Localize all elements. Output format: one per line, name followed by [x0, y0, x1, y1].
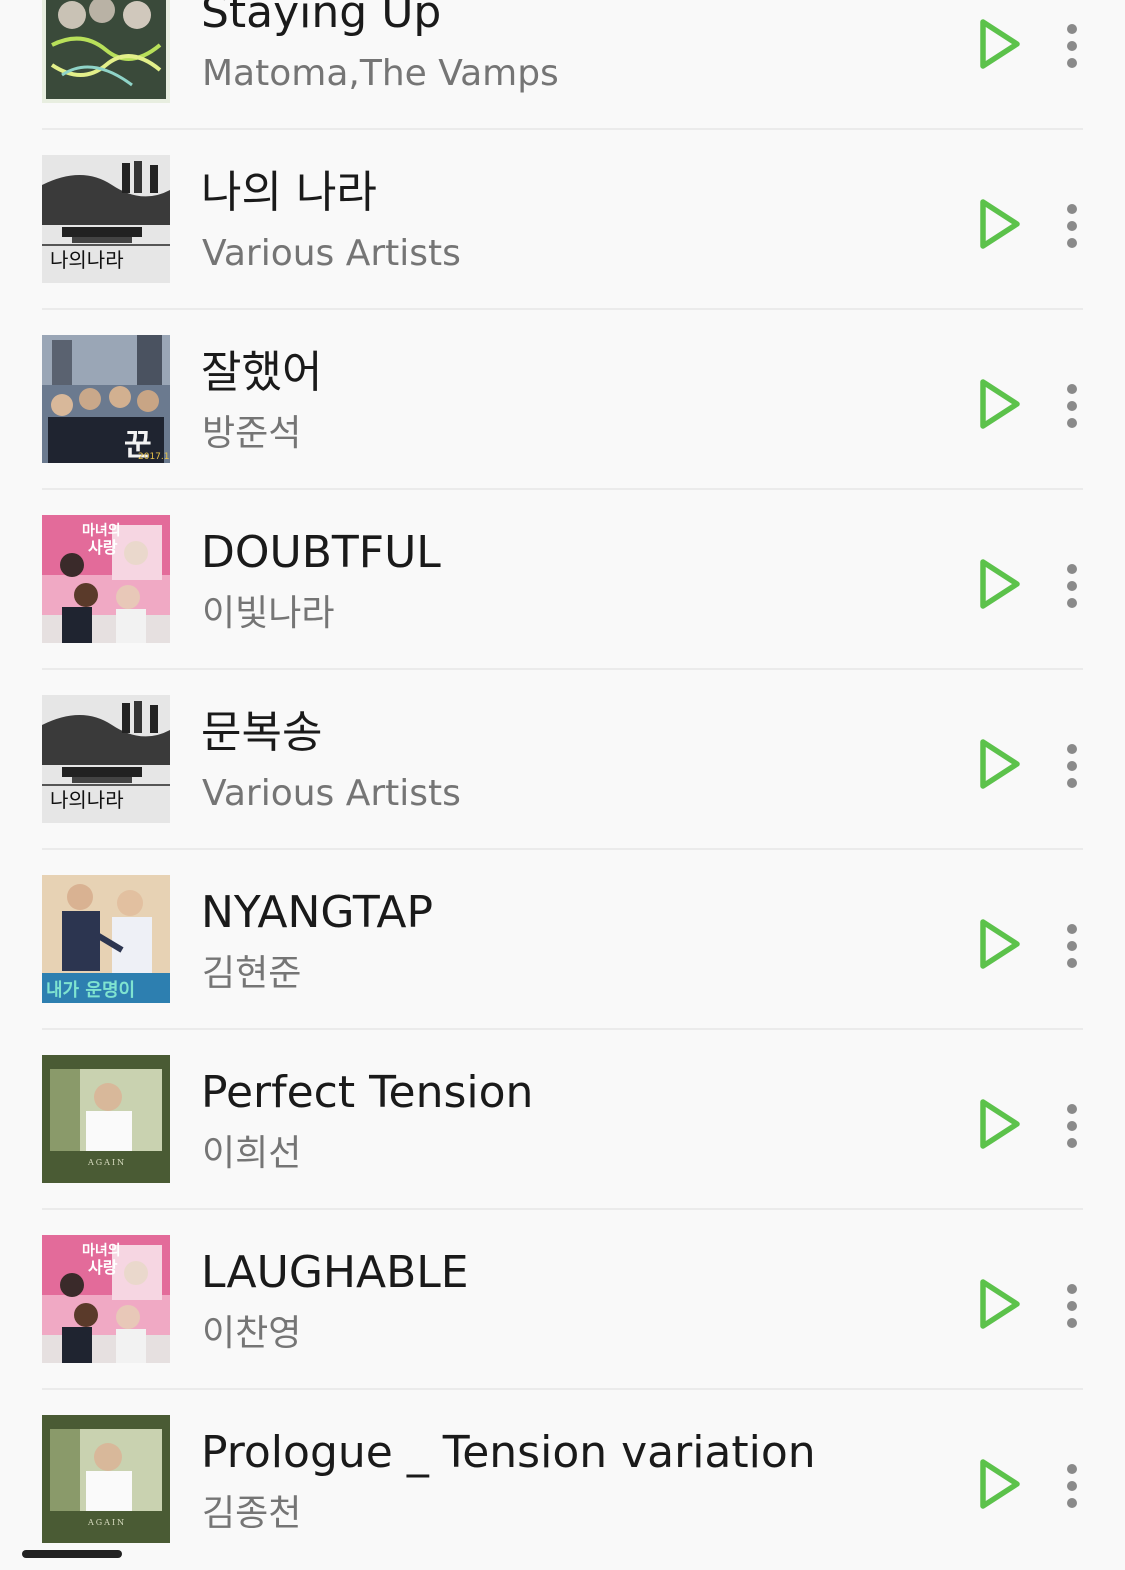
- song-title: 잘했어: [201, 347, 323, 398]
- album-art-witch-love: 마녀의 사랑: [42, 515, 170, 643]
- svg-text:사랑: 사랑: [88, 1258, 118, 1277]
- play-icon[interactable]: [974, 916, 1024, 972]
- song-row[interactable]: 마녀의 사랑 DOUBTFUL 이빛나라: [0, 490, 1125, 670]
- album-art-again: AGAIN: [42, 1415, 170, 1543]
- play-icon[interactable]: [974, 16, 1024, 72]
- song-artist: Matoma,The Vamps: [202, 53, 559, 94]
- song-artist: 방준석: [202, 413, 302, 454]
- song-title: 문복송: [201, 707, 323, 758]
- more-vertical-icon[interactable]: [1058, 1462, 1086, 1510]
- play-icon[interactable]: [974, 376, 1024, 432]
- svg-text:나의나라: 나의나라: [50, 788, 124, 812]
- song-row[interactable]: Staying Up Matoma,The Vamps: [0, 0, 1125, 130]
- svg-text:사랑: 사랑: [88, 538, 118, 557]
- play-icon[interactable]: [974, 196, 1024, 252]
- play-icon[interactable]: [974, 1456, 1024, 1512]
- song-row[interactable]: 나의나라 나의 나라 Various Artists: [0, 130, 1125, 310]
- play-icon[interactable]: [974, 1096, 1024, 1152]
- svg-text:마녀의: 마녀의: [82, 1242, 121, 1259]
- song-artist: 이희선: [202, 1133, 302, 1174]
- more-vertical-icon[interactable]: [1058, 1102, 1086, 1150]
- song-title: LAUGHABLE: [201, 1247, 469, 1298]
- song-title: DOUBTFUL: [201, 527, 441, 578]
- song-title: 나의 나라: [201, 167, 377, 218]
- svg-text:마녀의: 마녀의: [82, 522, 121, 539]
- scroll-handle[interactable]: [22, 1550, 122, 1558]
- album-art-my-country: 나의나라: [42, 695, 170, 823]
- play-icon[interactable]: [974, 1276, 1024, 1332]
- more-vertical-icon[interactable]: [1058, 22, 1086, 70]
- more-vertical-icon[interactable]: [1058, 742, 1086, 790]
- song-list: Staying Up Matoma,The Vamps 나의나라 나의 나라 V…: [0, 0, 1125, 1570]
- song-row[interactable]: 내가 운명이 NYANGTAP 김현준: [0, 850, 1125, 1030]
- album-art-kkun: 꾼 2017.11: [42, 335, 170, 463]
- song-artist: 김종천: [202, 1493, 302, 1534]
- svg-text:2017.11: 2017.11: [138, 452, 170, 462]
- album-art-fate: 내가 운명이: [42, 875, 170, 1003]
- song-title: Staying Up: [201, 0, 442, 38]
- song-artist: 이빛나라: [202, 593, 335, 634]
- play-icon[interactable]: [974, 556, 1024, 612]
- play-icon[interactable]: [974, 736, 1024, 792]
- song-row[interactable]: 마녀의 사랑 LAUGHABLE 이찬영: [0, 1210, 1125, 1390]
- song-title: Prologue _ Tension variation: [201, 1427, 816, 1478]
- album-art-staying-up: [42, 0, 170, 103]
- album-art-my-country: 나의나라: [42, 155, 170, 283]
- song-title: NYANGTAP: [201, 887, 434, 938]
- svg-text:나의나라: 나의나라: [50, 248, 124, 272]
- song-artist: Various Artists: [202, 233, 461, 274]
- more-vertical-icon[interactable]: [1058, 382, 1086, 430]
- song-row[interactable]: AGAIN Perfect Tension 이희선: [0, 1030, 1125, 1210]
- more-vertical-icon[interactable]: [1058, 202, 1086, 250]
- album-art-witch-love: 마녀의 사랑: [42, 1235, 170, 1363]
- more-vertical-icon[interactable]: [1058, 922, 1086, 970]
- more-vertical-icon[interactable]: [1058, 1282, 1086, 1330]
- song-row[interactable]: AGAIN Prologue _ Tension variation 김종천: [0, 1390, 1125, 1570]
- song-artist: 김현준: [202, 953, 302, 994]
- song-row[interactable]: 나의나라 문복송 Various Artists: [0, 670, 1125, 850]
- svg-text:AGAIN: AGAIN: [87, 1158, 126, 1167]
- svg-text:내가 운명이: 내가 운명이: [46, 980, 135, 1001]
- song-row[interactable]: 꾼 2017.11 잘했어 방준석: [0, 310, 1125, 490]
- song-title: Perfect Tension: [201, 1067, 534, 1118]
- svg-text:AGAIN: AGAIN: [87, 1518, 126, 1527]
- more-vertical-icon[interactable]: [1058, 562, 1086, 610]
- song-artist: Various Artists: [202, 773, 461, 814]
- album-art-again: AGAIN: [42, 1055, 170, 1183]
- song-artist: 이찬영: [202, 1313, 302, 1354]
